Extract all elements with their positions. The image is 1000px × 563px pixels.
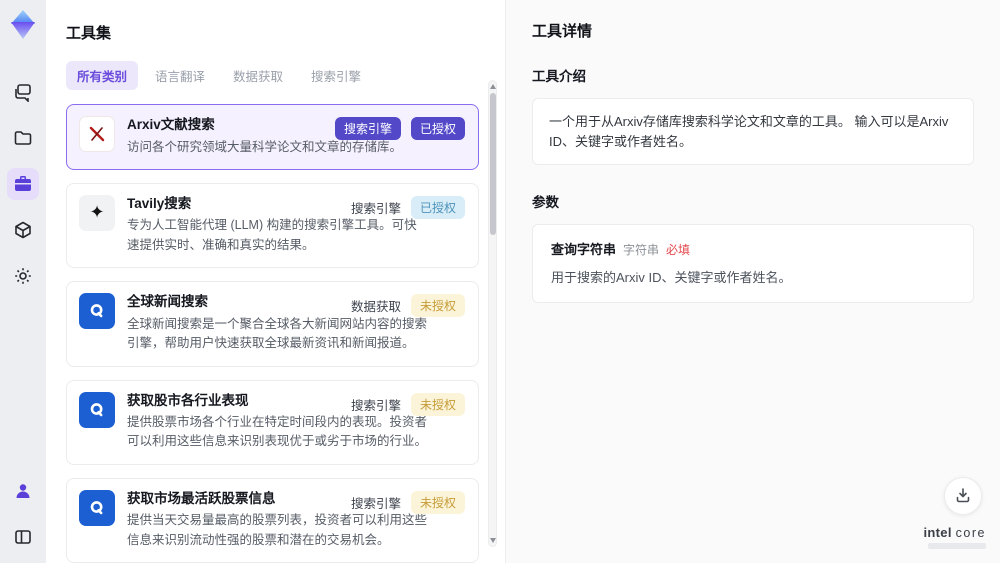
- tool-card-tavily[interactable]: ✦ Tavily搜索 专为人工智能代理 (LLM) 构建的搜索引擎工具。可快速提…: [66, 182, 479, 269]
- intro-heading: 工具介绍: [532, 69, 586, 84]
- sidebar-item-tools[interactable]: [7, 168, 39, 200]
- status-badge: 未授权: [410, 490, 465, 514]
- user-icon: [13, 481, 33, 501]
- panel-layout-icon: [13, 527, 33, 547]
- params-heading: 参数: [532, 195, 559, 210]
- tool-description: 提供股票市场各个行业在特定时间段内的表现。投资者可以利用这些信息来识别表现优于或…: [127, 415, 428, 449]
- download-icon: [954, 486, 972, 507]
- category-label: 搜索引擎: [350, 496, 401, 511]
- category-label: 搜索引擎: [350, 398, 401, 413]
- intro-box: 一个用于从Arxiv存储库搜索科学论文和文章的工具。 输入可以是Arxiv ID…: [532, 98, 974, 165]
- tab-search-engine[interactable]: 搜索引擎: [300, 61, 372, 90]
- tool-card-active-stocks[interactable]: 获取市场最活跃股票信息 提供当天交易量最高的股票列表，投资者可以利用这些信息来识…: [66, 477, 479, 563]
- category-tabs: 所有类别 语言翻译 数据获取 搜索引擎: [66, 61, 479, 90]
- news-q-icon: [79, 391, 115, 428]
- tab-language-translation[interactable]: 语言翻译: [144, 61, 216, 90]
- param-description: 用于搜索的Arxiv ID、关键字或作者姓名。: [551, 270, 792, 285]
- status-badge: 未授权: [410, 294, 465, 318]
- sidebar-item-files[interactable]: [7, 122, 39, 154]
- scrollbar-thumb[interactable]: [490, 93, 496, 235]
- param-required-flag: 必填: [666, 243, 691, 257]
- tool-list-pane: 工具集 所有类别 语言翻译 数据获取 搜索引擎 Arxiv文献搜索 访问各个研究…: [46, 0, 505, 563]
- brand-subline: [928, 543, 986, 549]
- scroll-down-arrow-icon[interactable]: [490, 538, 496, 543]
- folder-icon: [13, 128, 33, 148]
- tool-detail-pane: 工具详情 工具介绍 一个用于从Arxiv存储库搜索科学论文和文章的工具。 输入可…: [505, 0, 1000, 563]
- scroll-up-arrow-icon[interactable]: [490, 84, 496, 89]
- sidebar-item-settings[interactable]: [7, 260, 39, 292]
- category-label: 数据获取: [350, 300, 401, 315]
- sidebar: [0, 0, 46, 563]
- tab-data-fetch[interactable]: 数据获取: [222, 61, 294, 90]
- tool-description: 提供当天交易量最高的股票列表，投资者可以利用这些信息来识别流动性强的股票和潜在的…: [127, 513, 428, 547]
- tool-card-global-news[interactable]: 全球新闻搜索 全球新闻搜索是一个聚合全球各大新闻网站内容的搜索引擎，帮助用户快速…: [66, 281, 479, 367]
- tool-description: 访问各个研究领域大量科学论文和文章的存储库。: [127, 139, 403, 154]
- category-label: 搜索引擎: [350, 201, 401, 216]
- app-logo: [7, 8, 39, 42]
- tool-card-stock-sector[interactable]: 获取股市各行业表现 提供股票市场各个行业在特定时间段内的表现。投资者可以利用这些…: [66, 379, 479, 465]
- cube-icon: [13, 220, 33, 240]
- news-q-icon: [79, 293, 115, 330]
- tavily-star-icon: ✦: [79, 194, 115, 231]
- news-q-icon: [79, 489, 115, 526]
- status-badge: 未授权: [410, 392, 465, 416]
- status-badge: 已授权: [410, 117, 465, 140]
- status-badge: 已授权: [410, 195, 465, 219]
- briefcase-icon: [13, 174, 33, 194]
- gear-icon: [13, 266, 33, 286]
- param-card: 查询字符串 字符串 必填 用于搜索的Arxiv ID、关键字或作者姓名。: [532, 224, 974, 303]
- tool-card-arxiv[interactable]: Arxiv文献搜索 访问各个研究领域大量科学论文和文章的存储库。 搜索引擎 已授…: [66, 104, 479, 170]
- page-title: 工具集: [66, 25, 112, 42]
- list-scrollbar[interactable]: [488, 80, 497, 547]
- tool-list: Arxiv文献搜索 访问各个研究领域大量科学论文和文章的存储库。 搜索引擎 已授…: [66, 104, 479, 563]
- intel-core-badge: intel core: [924, 525, 986, 549]
- brand-intel: intel: [923, 525, 952, 540]
- category-badge: 搜索引擎: [334, 117, 401, 140]
- download-button[interactable]: [944, 477, 982, 515]
- param-type: 字符串: [623, 243, 660, 257]
- tab-all-categories[interactable]: 所有类别: [66, 61, 139, 90]
- brand-core: core: [955, 526, 986, 540]
- detail-title: 工具详情: [532, 23, 593, 40]
- sidebar-item-collapse-panel[interactable]: [7, 521, 39, 553]
- tool-description: 全球新闻搜索是一个聚合全球各大新闻网站内容的搜索引擎，帮助用户快速获取全球最新资…: [127, 316, 428, 351]
- chat-icon: [13, 82, 33, 102]
- app-root: 工具集 所有类别 语言翻译 数据获取 搜索引擎 Arxiv文献搜索 访问各个研究…: [0, 0, 1000, 563]
- sidebar-item-models[interactable]: [7, 214, 39, 246]
- tool-description: 专为人工智能代理 (LLM) 构建的搜索引擎工具。可快速提供实时、准确和真实的结…: [127, 218, 417, 252]
- param-name: 查询字符串: [551, 242, 617, 257]
- sidebar-item-chat[interactable]: [7, 76, 39, 108]
- sidebar-item-account[interactable]: [7, 475, 39, 507]
- arxiv-icon: [79, 116, 115, 152]
